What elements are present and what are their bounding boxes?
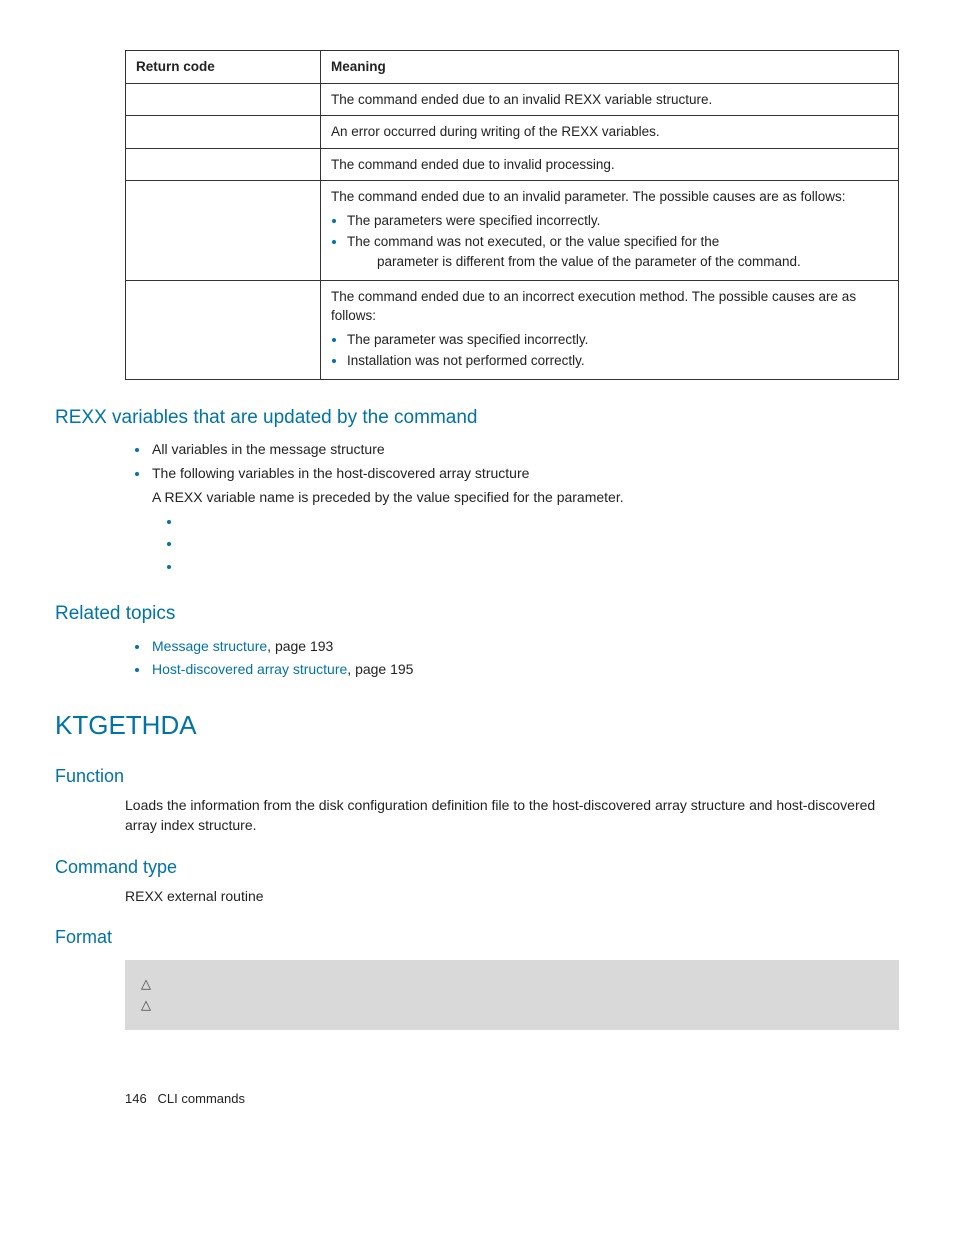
cell-meaning: The command ended due to an invalid REXX… — [321, 83, 899, 116]
code-line: △ — [141, 974, 883, 995]
list-item: Host-discovered array structure, page 19… — [150, 659, 899, 679]
table-row: The command ended due to an incorrect ex… — [126, 280, 899, 379]
row-intro: The command ended due to an invalid para… — [331, 189, 846, 204]
heading-related-topics: Related topics — [55, 600, 899, 628]
related-topics-list: Message structure, page 193 Host-discove… — [150, 636, 899, 680]
cell-meaning: An error occurred during writing of the … — [321, 116, 899, 149]
list-item: The command was not executed, or the val… — [347, 232, 888, 271]
page-number: 146 — [125, 1091, 147, 1106]
table-row: The command ended due to an invalid REXX… — [126, 83, 899, 116]
link-message-structure[interactable]: Message structure — [152, 638, 267, 654]
heading-function: Function — [55, 763, 899, 789]
th-return-code: Return code — [126, 51, 321, 84]
list-item: The parameters were specified incorrectl… — [347, 211, 888, 231]
page-footer: 146 CLI commands — [125, 1090, 899, 1109]
command-type-body: REXX external routine — [125, 886, 899, 906]
footer-title: CLI commands — [158, 1091, 245, 1106]
cell-meaning: The command ended due to an incorrect ex… — [321, 280, 899, 379]
cell-meaning: The command ended due to invalid process… — [321, 148, 899, 181]
format-codebox: △ △ — [125, 960, 899, 1030]
cell-code — [126, 83, 321, 116]
row-intro: The command ended due to an incorrect ex… — [331, 289, 856, 324]
return-code-table: Return code Meaning The command ended du… — [125, 50, 899, 380]
heading-ktgethda: KTGETHDA — [55, 707, 899, 745]
function-body: Loads the information from the disk conf… — [125, 795, 899, 836]
list-item — [182, 511, 899, 531]
cell-code — [126, 148, 321, 181]
code-line: △ — [141, 995, 883, 1016]
list-item — [182, 556, 899, 576]
heading-command-type: Command type — [55, 854, 899, 880]
rexx-vars-list: All variables in the message structure T… — [150, 439, 899, 576]
cell-code — [126, 280, 321, 379]
cell-code — [126, 116, 321, 149]
cell-code — [126, 181, 321, 280]
table-row: The command ended due to an invalid para… — [126, 181, 899, 280]
cell-meaning: The command ended due to an invalid para… — [321, 181, 899, 280]
th-meaning: Meaning — [321, 51, 899, 84]
table-row: An error occurred during writing of the … — [126, 116, 899, 149]
list-item: The following variables in the host-disc… — [150, 463, 899, 576]
list-item — [182, 533, 899, 553]
list-item: Installation was not performed correctly… — [347, 351, 888, 371]
list-item: Message structure, page 193 — [150, 636, 899, 656]
heading-rexx-vars: REXX variables that are updated by the c… — [55, 404, 899, 432]
list-item: All variables in the message structure — [150, 439, 899, 459]
link-host-discovered-array-structure[interactable]: Host-discovered array structure — [152, 661, 347, 677]
table-row: The command ended due to invalid process… — [126, 148, 899, 181]
heading-format: Format — [55, 924, 899, 950]
list-item: The parameter was specified incorrectly. — [347, 330, 888, 350]
